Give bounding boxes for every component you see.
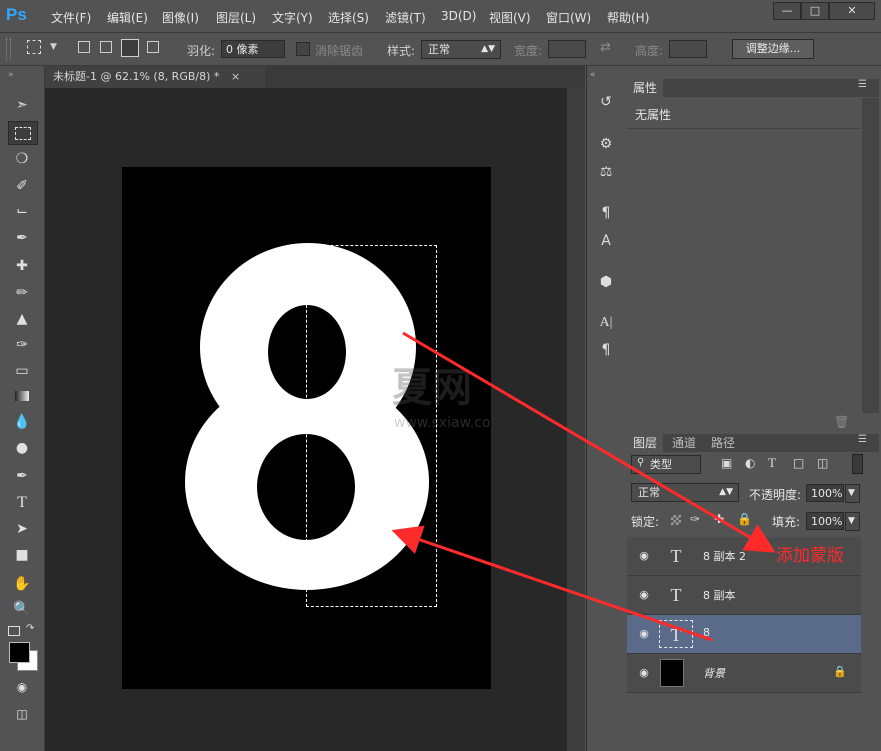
annotation-arrows (391, 331, 776, 642)
annotation-label: 添加蒙版 (776, 546, 844, 566)
arrow-to-canvas (391, 525, 713, 642)
arrow-to-layer (402, 331, 776, 553)
